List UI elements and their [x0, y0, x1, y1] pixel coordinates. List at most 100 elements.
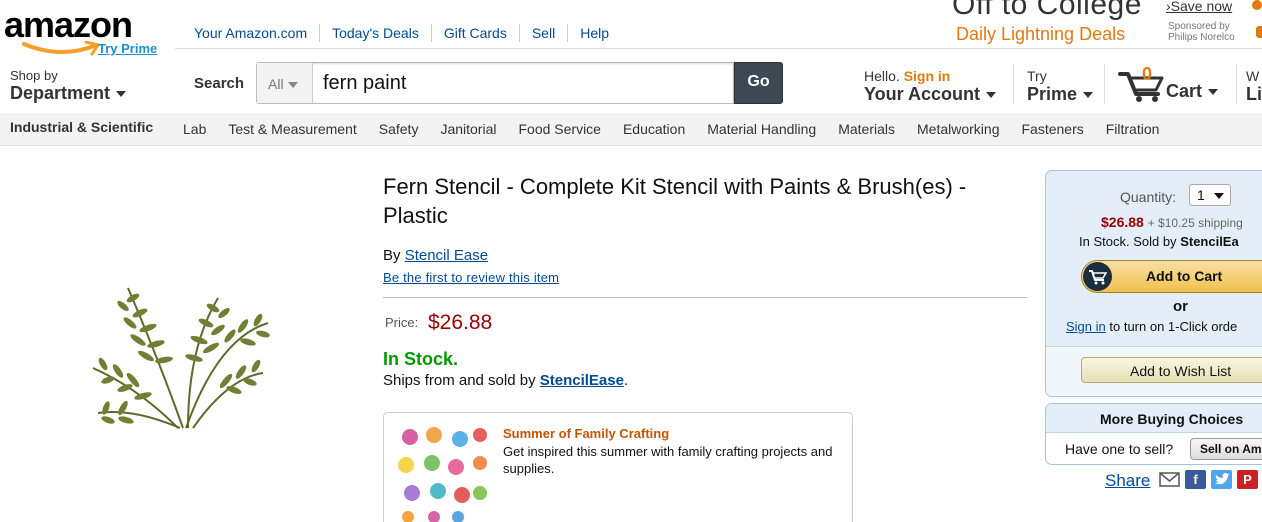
price-value: $26.88 [428, 311, 493, 334]
nav-help[interactable]: Help [568, 24, 621, 42]
promo-card-title[interactable]: Summer of Family Crafting [503, 426, 669, 441]
category-link[interactable]: Test & Measurement [217, 121, 367, 137]
try-prime-link[interactable]: Try Prime [98, 41, 157, 56]
category-link[interactable]: Food Service [507, 121, 611, 137]
buybox-stock-prefix: In Stock. Sold by [1079, 234, 1177, 249]
category-link[interactable]: Safety [368, 121, 430, 137]
add-to-cart-button[interactable]: Add to Cart [1081, 260, 1262, 293]
category-link[interactable]: Filtration [1095, 121, 1171, 137]
nav-gift-cards[interactable]: Gift Cards [432, 24, 520, 42]
search-go-button[interactable]: Go [734, 62, 783, 104]
quantity-value: 1 [1197, 187, 1205, 203]
promo-sponsor-text: Sponsored by Philips Norelco [1168, 21, 1235, 43]
category-links: Lab Test & Measurement Safety Janitorial… [172, 121, 1170, 137]
chevron-down-icon [116, 91, 127, 98]
prime-label: Prime [1027, 84, 1078, 104]
buybox-stock-line: In Stock. Sold by StencilEa [1079, 234, 1239, 249]
category-title[interactable]: Industrial & Scientific [10, 119, 153, 135]
share-link[interactable]: Share [1105, 471, 1150, 491]
more-buying-choices: More Buying Choices Have one to sell? Se… [1045, 403, 1262, 465]
chevron-down-icon [1214, 193, 1224, 199]
product-title: Fern Stencil - Complete Kit Stencil with… [383, 174, 967, 228]
nav-your-amazon[interactable]: Your Amazon.com [182, 24, 321, 42]
logo-text: amazon [4, 4, 133, 45]
stock-status: In Stock. [383, 349, 459, 369]
product-image[interactable] [78, 268, 278, 438]
category-link[interactable]: Materials [827, 121, 906, 137]
cart-count: 0 [1142, 64, 1153, 84]
handprints-image [398, 427, 487, 522]
nav-divider [1104, 64, 1105, 104]
your-account-label: Your Account [864, 84, 980, 104]
ships-prefix: Ships from and sold by [383, 372, 536, 389]
cart-icon [1083, 262, 1112, 291]
prime-menu[interactable]: Try Prime [1027, 68, 1094, 104]
account-signin[interactable]: Sign in [904, 68, 951, 84]
prime-try-label: Try [1027, 68, 1047, 84]
buybox-price: $26.88 [1101, 214, 1144, 230]
category-link[interactable]: Education [612, 121, 696, 137]
promo-save-now-link[interactable]: ›Save now [1166, 0, 1232, 14]
top-header: amazon Try Prime Your Amazon.com Today's… [0, 0, 1262, 58]
add-to-cart-label: Add to Cart [1146, 268, 1223, 284]
by-prefix: By [383, 247, 401, 264]
buybox-seller: StencilEa [1180, 234, 1239, 249]
ships-suffix: . [623, 372, 629, 389]
wish-small-label: W [1246, 68, 1260, 84]
chevron-down-icon [1208, 89, 1219, 96]
wish-list-menu[interactable]: W Li [1246, 68, 1262, 104]
category-link[interactable]: Material Handling [696, 121, 827, 137]
chevron-down-icon [287, 82, 298, 89]
account-menu[interactable]: Hello. Sign in Your Account [864, 68, 996, 104]
category-bar: Industrial & Scientific Lab Test & Measu… [0, 113, 1262, 146]
search-label: Search [194, 75, 245, 92]
pinterest-icon[interactable]: P [1237, 470, 1258, 489]
nav-sell[interactable]: Sell [520, 24, 569, 42]
one-click-signin-line: Sign in to turn on 1-Click orde [1066, 319, 1237, 334]
nav-divider [1236, 64, 1237, 104]
department-label: Department [10, 83, 111, 103]
search-input[interactable] [315, 63, 731, 103]
category-link[interactable]: Janitorial [429, 121, 507, 137]
promo-graphic-2 [1256, 26, 1262, 38]
buybox-signin-link[interactable]: Sign in [1066, 319, 1106, 334]
promo-card[interactable]: Summer of Family Crafting Get inspired t… [383, 412, 853, 522]
category-link[interactable]: Fasteners [1010, 121, 1094, 137]
category-link[interactable]: Lab [172, 121, 217, 137]
brand-link[interactable]: Stencil Ease [405, 247, 488, 264]
nav-todays-deals[interactable]: Today's Deals [320, 24, 432, 42]
price-label: Price: [385, 315, 419, 330]
chevron-down-icon [986, 92, 996, 99]
amazon-logo[interactable]: amazon Try Prime [4, 4, 164, 56]
header-divider [175, 48, 1262, 49]
twitter-icon[interactable] [1211, 470, 1232, 489]
or-label: or [1173, 298, 1188, 315]
first-review-link[interactable]: Be the first to review this item [383, 270, 559, 285]
more-buying-title: More Buying Choices [1046, 404, 1262, 433]
seller-link[interactable]: StencilEase [540, 372, 624, 389]
shop-by-department[interactable]: Shop by Department [10, 68, 127, 103]
search-box: All [256, 62, 734, 104]
cart-button[interactable]: 0 Cart [1118, 64, 1219, 104]
ships-from: Ships from and sold by StencilEase. [383, 372, 628, 389]
sell-on-amazon-button[interactable]: Sell on Ama [1190, 438, 1262, 460]
email-icon[interactable] [1159, 470, 1180, 489]
by-line: By Stencil Ease [383, 247, 488, 264]
cart-label: Cart [1166, 81, 1203, 101]
category-link[interactable]: Metalworking [906, 121, 1010, 137]
add-to-wish-list-button[interactable]: Add to Wish List [1081, 357, 1262, 383]
section-divider [383, 297, 1027, 298]
promo-lightning-deals[interactable]: Daily Lightning Deals [956, 24, 1125, 45]
search-scope-dropdown[interactable]: All [257, 63, 313, 103]
search-scope-value: All [268, 76, 284, 92]
facebook-icon[interactable]: f [1185, 470, 1206, 489]
shop-by-label: Shop by [10, 68, 58, 83]
wish-big-label: Li [1246, 84, 1262, 104]
one-click-text: to turn on 1-Click orde [1109, 319, 1238, 334]
quantity-label: Quantity: [1120, 189, 1177, 205]
top-nav: Your Amazon.com Today's Deals Gift Cards… [182, 24, 621, 42]
promo-headline[interactable]: Off to College [952, 0, 1142, 22]
buy-box: Quantity: 1 $26.88 + $10.25 shipping In … [1045, 170, 1262, 397]
buybox-price-line: $26.88 + $10.25 shipping [1101, 214, 1243, 230]
quantity-select[interactable]: 1 [1189, 184, 1231, 206]
